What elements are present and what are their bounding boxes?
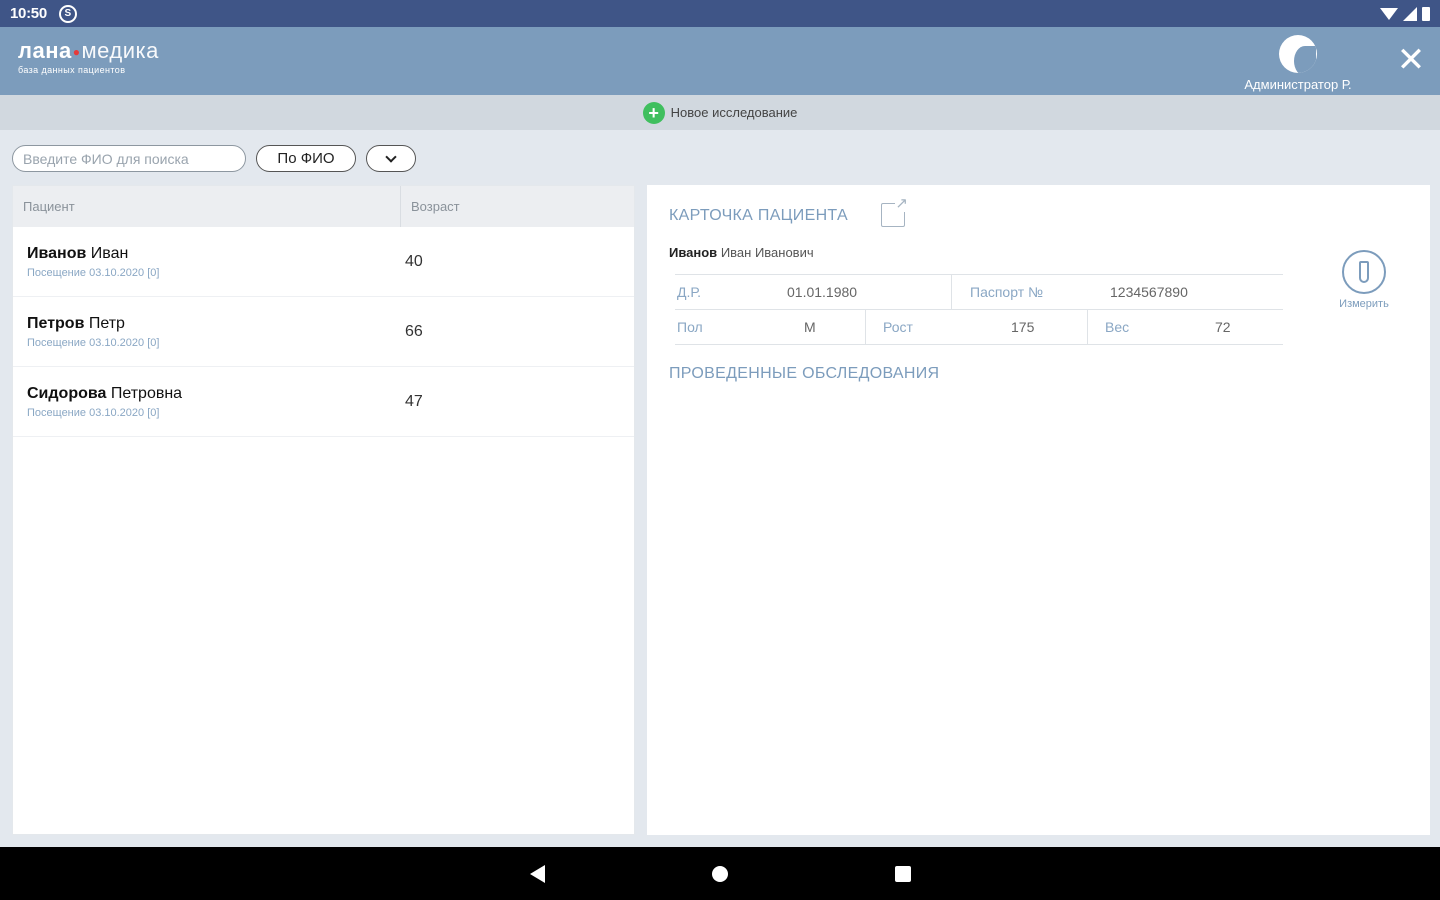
patient-last-name: Сидорова — [27, 384, 107, 402]
table-row[interactable]: Петров Петр Посещение 03.10.2020 [0] 66 — [13, 297, 634, 367]
chevron-down-icon — [385, 150, 397, 163]
info-row-dob-passport: Д.Р. 01.01.1980 Паспорт № 1234567890 — [675, 275, 1283, 310]
user-menu[interactable]: Администратор Р. — [1230, 35, 1366, 92]
patient-first-name: Петр — [88, 314, 125, 332]
close-button[interactable]: ✕ — [1394, 43, 1428, 77]
column-header-patient[interactable]: Пациент — [13, 186, 401, 227]
signal-icon — [1403, 6, 1417, 21]
app-header: лана●медика база данных пациентов Админи… — [0, 27, 1440, 95]
card-title: КАРТОЧКА ПАЦИЕНТА — [669, 207, 848, 224]
card-fullname: Иванов Иван Иванович — [669, 245, 814, 260]
measure-button[interactable]: Измерить — [1329, 250, 1399, 310]
search-input[interactable] — [12, 145, 246, 172]
measure-label: Измерить — [1339, 298, 1389, 310]
studies-title: ПРОВЕДЕННЫЕ ОБСЛЕДОВАНИЯ — [669, 365, 940, 382]
patient-age: 66 — [405, 322, 423, 340]
logo-bold-text: лана — [18, 38, 72, 63]
patient-card: КАРТОЧКА ПАЦИЕНТА Иванов Иван Иванович Д… — [647, 185, 1430, 835]
patient-list: Пациент Возраст Иванов Иван Посещение 03… — [12, 185, 635, 835]
plus-icon: + — [642, 101, 665, 124]
dob-label: Д.Р. — [677, 284, 701, 300]
patient-age: 47 — [405, 392, 423, 410]
patient-info-table: Д.Р. 01.01.1980 Паспорт № 1234567890 Пол… — [675, 274, 1283, 345]
card-rest-name: Иван Иванович — [720, 245, 814, 260]
status-bar: 10:50 S — [0, 0, 1440, 27]
new-study-label: Новое исследование — [670, 105, 798, 120]
passport-label: Паспорт № — [951, 275, 1110, 309]
patient-age: 40 — [405, 252, 423, 270]
weight-label: Вес — [1087, 310, 1215, 344]
search-mode-button[interactable]: По ФИО — [256, 145, 356, 172]
column-header-age[interactable]: Возраст — [401, 199, 460, 214]
height-value: 175 — [1011, 319, 1035, 335]
status-indicators — [1380, 6, 1430, 21]
patient-visit: Посещение 03.10.2020 [0] — [27, 406, 160, 419]
sex-label: Пол — [677, 319, 703, 335]
user-avatar-icon — [1279, 35, 1317, 73]
patient-visit: Посещение 03.10.2020 [0] — [27, 266, 160, 279]
logo-dot-icon: ● — [72, 45, 81, 60]
patient-last-name: Иванов — [27, 244, 87, 262]
back-icon[interactable] — [530, 865, 545, 883]
app-logo: лана●медика база данных пациентов — [18, 38, 159, 76]
height-label: Рост — [865, 310, 1011, 344]
navigation-bar — [0, 847, 1440, 900]
home-icon[interactable] — [712, 866, 728, 882]
recent-apps-icon[interactable] — [895, 866, 911, 882]
search-mode-dropdown[interactable] — [366, 145, 416, 172]
logo-light-text: медика — [81, 38, 159, 63]
patient-first-name: Петровна — [110, 384, 183, 402]
list-header: Пациент Возраст — [13, 186, 634, 227]
logo-subtitle: база данных пациентов — [18, 65, 126, 76]
card-last-name: Иванов — [669, 245, 718, 260]
thermometer-icon — [1342, 250, 1386, 294]
patient-visit: Посещение 03.10.2020 [0] — [27, 336, 160, 349]
table-row[interactable]: Иванов Иван Посещение 03.10.2020 [0] 40 — [13, 227, 634, 297]
sync-icon: S — [58, 4, 77, 23]
export-icon[interactable] — [881, 194, 908, 227]
dob-value: 01.01.1980 — [787, 284, 858, 300]
wifi-icon — [1380, 7, 1398, 20]
weight-value: 72 — [1215, 319, 1231, 335]
status-time: 10:50 — [10, 5, 47, 22]
user-name: Администратор Р. — [1244, 77, 1352, 92]
battery-icon — [1422, 6, 1430, 21]
new-study-button[interactable]: + Новое исследование — [0, 95, 1440, 130]
sex-value: М — [804, 319, 816, 335]
info-row-body: Пол М Рост 175 Вес 72 — [675, 310, 1283, 345]
passport-value: 1234567890 — [1110, 284, 1188, 300]
table-row[interactable]: Сидорова Петровна Посещение 03.10.2020 [… — [13, 367, 634, 437]
patient-first-name: Иван — [90, 244, 129, 262]
patient-last-name: Петров — [27, 314, 85, 332]
